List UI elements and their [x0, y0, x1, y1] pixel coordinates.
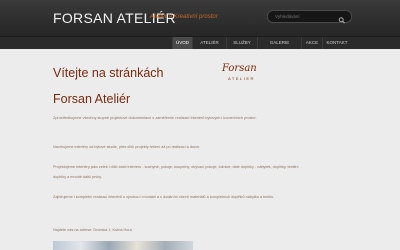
- logo-subtext: ATELIER: [228, 76, 255, 81]
- nav-item-galerie[interactable]: GALERIE PROJEKTŮ: [257, 37, 301, 57]
- nav-item-kontakt[interactable]: KONTAKT: [322, 37, 351, 49]
- site-subtitle: Ateliér a Kreativní prostor: [150, 14, 218, 20]
- logo-wordmark: Forsan: [222, 63, 257, 74]
- search-box: [267, 10, 352, 24]
- studio-logo: Forsan ATELIER: [222, 63, 270, 85]
- design-paragraph: Navrhujeme interiéry od bytové studie, p…: [53, 145, 201, 149]
- projects-paragraph: Projektujeme interiéry jako celek i dílč…: [53, 165, 299, 179]
- nav-item-uvod[interactable]: ÚVOD: [172, 37, 192, 49]
- nav-item-atelier[interactable]: ATELIÉR: [192, 37, 226, 49]
- studio-heading: Forsan Ateliér: [53, 92, 131, 106]
- realization-paragraph: Zajišťujeme i kompletní realizaci interi…: [53, 195, 275, 199]
- welcome-heading: Vítejte na stránkách: [53, 66, 164, 80]
- nav-item-akce[interactable]: AKCE: [301, 37, 322, 49]
- nav-item-sluzby[interactable]: SLUŽBY: [226, 37, 257, 49]
- address-paragraph: Najdete nás na adrese: Dvorská 1, Kutná …: [53, 228, 132, 232]
- site-header: FORSAN ATELIÉR Ateliér a Kreativní prost…: [0, 0, 400, 36]
- interior-photo: [53, 241, 193, 250]
- main-nav: ÚVOD ATELIÉR SLUŽBY GALERIE PROJEKTŮ AKC…: [0, 36, 400, 57]
- search-icon[interactable]: [338, 12, 346, 24]
- intro-paragraph: Zprostředkujeme všechny stupně projektov…: [53, 116, 257, 120]
- search-input[interactable]: [275, 12, 335, 21]
